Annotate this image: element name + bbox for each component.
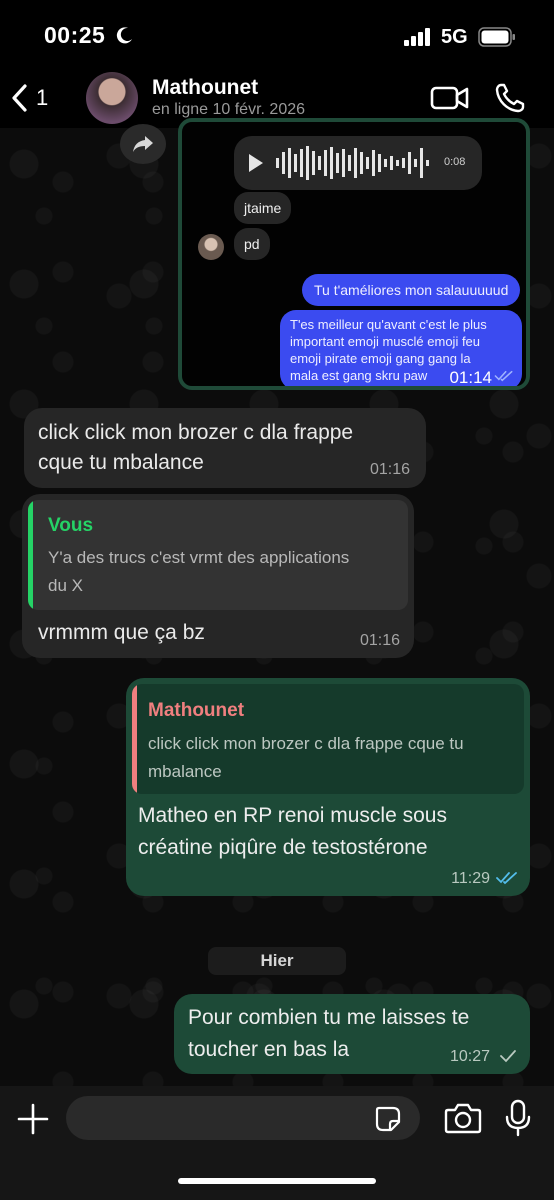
message-line: cque tu mbalance [38,451,204,474]
quote-line: du X [48,576,83,595]
composer-bar [0,1086,554,1200]
message-input[interactable] [66,1096,420,1140]
image-message-line: T'es meilleur qu'avant c'est le plus [290,317,487,332]
contact-status: en ligne 10 févr. 2026 [152,101,306,118]
image-message-time: 01:14 [449,368,492,387]
message-text: Matheo en RP renoi muscle sous créatine … [138,800,447,864]
home-indicator [178,1178,376,1184]
double-check-icon [496,872,517,885]
image-message-line: important emoji musclé emoji feu [290,334,481,349]
unread-count: 1 [36,85,49,110]
double-check-icon [494,370,513,382]
check-icon [500,1050,516,1063]
image-avatar [198,234,224,260]
quote-line: mbalance [148,762,222,781]
forward-icon [133,136,153,152]
forward-button[interactable] [120,124,166,164]
message-bubble-incoming[interactable]: Vous Y'a des trucs c'est vrmt des applic… [22,494,414,658]
microphone-icon[interactable] [504,1099,532,1137]
status-time: 00:25 [44,22,106,48]
message-text: Pour combien tu me laisses te toucher en… [188,1002,469,1066]
voice-note[interactable]: 0:08 [234,136,482,190]
network-label: 5G [441,26,468,48]
quote-bar [28,500,33,610]
image-message-in: jtaime [234,192,292,224]
quote-text: click click mon brozer c dla frappe cque… [148,730,464,786]
shared-screenshot-image[interactable]: 0:08 jtaime pd Tu t'améliores mon salauu… [178,118,530,390]
moon-icon [116,27,132,44]
message-line: Matheo en RP renoi muscle sous [138,804,447,827]
chevron-left-icon [12,84,27,112]
message-text: click click mon brozer c dla frappe cque… [38,418,353,478]
message-time: 01:16 [359,632,400,649]
status-bar: 00:25 5G [0,0,554,70]
quote-author: Vous [48,515,94,536]
date-separator: Hier [208,947,346,975]
video-call-button[interactable] [430,84,470,112]
battery-icon [478,27,515,47]
message-time: 01:16 [369,461,410,478]
message-time: 11:29 [451,870,490,887]
image-message-out: Tu t'améliores mon salauuuuud [302,274,521,306]
back-button[interactable]: 1 [10,82,48,114]
message-line: toucher en bas la [188,1038,350,1061]
signal-icon [404,28,430,46]
contact-avatar[interactable] [86,72,138,124]
message-text: vrmmm que ça bz [38,621,205,644]
quoted-message[interactable]: Mathounet click click mon brozer c dla f… [132,684,524,794]
quoted-message[interactable]: Vous Y'a des trucs c'est vrmt des applic… [28,500,408,610]
quote-author: Mathounet [148,700,245,721]
message-bubble-outgoing[interactable]: Pour combien tu me laisses te toucher en… [174,994,530,1074]
waveform [276,146,429,180]
message-bubble-outgoing[interactable]: Mathounet click click mon brozer c dla f… [126,678,530,896]
quote-bar [132,684,137,794]
contact-name[interactable]: Mathounet [152,76,258,100]
image-message-line: emoji pirate emoji gang gang la [290,351,471,366]
voice-call-button[interactable] [494,82,526,114]
message-line: Pour combien tu me laisses te [188,1006,470,1029]
quote-text: Y'a des trucs c'est vrmt des application… [48,544,349,600]
camera-icon[interactable] [444,1102,482,1134]
image-message-out: T'es meilleur qu'avant c'est le plus imp… [280,310,522,387]
sticker-icon[interactable] [374,1105,402,1133]
quote-line: Y'a des trucs c'est vrmt des application… [48,548,350,567]
plus-icon[interactable] [16,1102,50,1136]
message-line: créatine piqûre de testostérone [138,836,428,859]
play-icon[interactable] [248,153,264,173]
quote-line: click click mon brozer c dla frappe cque… [148,734,464,753]
message-bubble-incoming[interactable]: click click mon brozer c dla frappe cque… [24,408,426,488]
message-line: click click mon brozer c dla frappe [38,421,354,444]
image-message-in: pd [234,228,270,260]
voice-duration: 0:08 [444,156,466,168]
message-time: 10:27 [449,1048,490,1065]
